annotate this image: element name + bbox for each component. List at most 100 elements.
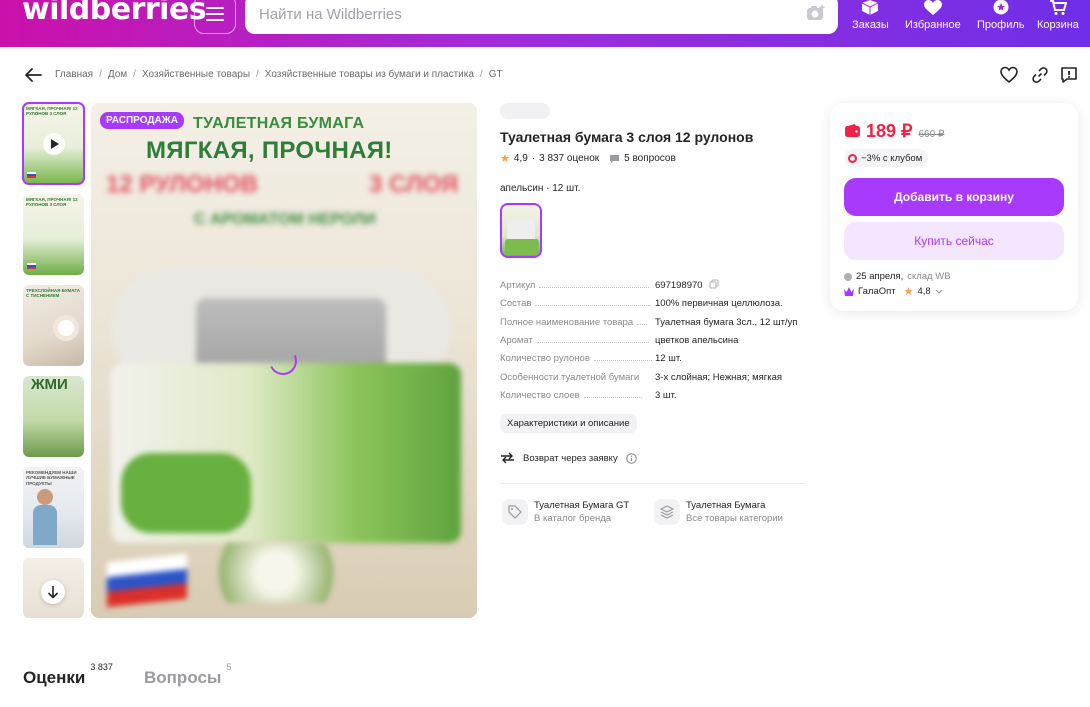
club-discount-label: −3% с клубом — [861, 152, 923, 164]
arrow-down-icon — [47, 586, 59, 599]
nav-favorites[interactable]: Избранное — [905, 0, 961, 31]
thumbnail-roll-image — [53, 315, 79, 341]
seller-name: ГалаОпт — [858, 286, 896, 297]
questions-link[interactable]: 5 вопросов — [624, 153, 676, 164]
variant-option-selected[interactable] — [500, 203, 542, 258]
nav-favorites-label: Избранное — [905, 19, 961, 31]
info-icon[interactable] — [625, 452, 637, 464]
thumbnail-person-body — [33, 505, 57, 545]
scroll-down-button[interactable] — [41, 580, 65, 604]
spec-value: 12 шт. — [655, 353, 682, 364]
rating-separator: · — [531, 153, 536, 164]
club-discount-badge[interactable]: −3% с клубом — [844, 149, 929, 167]
menu-icon-line — [206, 13, 224, 15]
characteristics-button[interactable]: Характеристики и описание — [500, 414, 637, 433]
category-subtitle: Все товары категории — [686, 513, 783, 524]
thumbnail-caption: РЕКОМЕНДУЕМ НАШИ ЛУЧШИЕ БУМАЖНЫЕ ПРОДУКТ… — [26, 470, 77, 486]
thumbnail-caption: МЯГКАЯ, ПРОЧНАЯ! 12 РУЛОНОВ 3 СЛОЯ — [26, 106, 78, 117]
spec-value: 697198970 — [655, 279, 719, 291]
tab-questions[interactable]: Вопросы 5 — [144, 662, 231, 688]
variant-image-pack — [505, 239, 539, 255]
spec-dots — [535, 305, 652, 306]
box-icon — [862, 0, 879, 15]
delivery-info: 25 апреля, склад WB — [844, 271, 951, 282]
breadcrumb-separator: / — [99, 69, 102, 80]
category-title: Туалетная Бумага — [686, 500, 766, 511]
heart-icon — [923, 0, 942, 15]
breadcrumb-item[interactable]: Хозяйственные товары — [142, 69, 250, 80]
share-link-icon[interactable] — [1031, 66, 1049, 84]
product-main-image[interactable]: РАСПРОДАЖА ТУАЛЕТНАЯ БУМАГА МЯГКАЯ, ПРОЧ… — [91, 103, 477, 618]
breadcrumb-item[interactable]: GT — [489, 69, 503, 80]
nav-orders[interactable]: Заказы — [852, 0, 889, 31]
sale-badge: РАСПРОДАЖА — [100, 112, 184, 129]
gallery-thumbnail[interactable]: ТРЕХСЛОЙНАЯ БУМАГА С ТИСНЕНИЕМ — [23, 285, 84, 366]
breadcrumb-item[interactable]: Хозяйственные товары из бумаги и пластик… — [265, 69, 474, 80]
delivery-date: 25 апреля, — [856, 271, 904, 282]
spec-key: Полное наименование товара — [500, 317, 634, 328]
spec-value: 100% первичная целлюлоза. — [655, 298, 783, 309]
image-subline: 3 СЛОЯ — [369, 171, 459, 198]
gallery-thumbnail[interactable] — [23, 558, 84, 618]
thumbnail-person-image — [37, 489, 53, 505]
tab-reviews[interactable]: Оценки 3 837 — [23, 662, 113, 688]
article-number[interactable]: 697198970 — [655, 280, 703, 291]
brand-title: Туалетная Бумага GT — [534, 500, 630, 511]
brand-placeholder — [500, 103, 550, 119]
breadcrumb-item[interactable]: Дом — [108, 69, 127, 80]
russian-flag-icon — [27, 263, 36, 269]
wildberries-logo[interactable]: wildberries — [22, 0, 207, 27]
star-icon: ★ — [903, 286, 914, 298]
image-headline: ТУАЛЕТНАЯ БУМАГА — [193, 115, 365, 132]
gallery-thumbnail[interactable]: ЖМИ — [23, 376, 84, 457]
tab-reviews-count: 3 837 — [90, 662, 113, 673]
nav-orders-label: Заказы — [852, 19, 889, 31]
seller-info[interactable]: ГалаОпт ★ 4,8 — [844, 285, 943, 298]
gallery-thumbnail[interactable]: МЯГКАЯ, ПРОЧНАЯ! 12 РУЛОНОВ 3 СЛОЯ — [23, 194, 84, 275]
spec-key: Количество слоев — [500, 390, 580, 401]
back-arrow-icon[interactable] — [24, 67, 42, 83]
favorite-heart-icon[interactable] — [1000, 66, 1018, 84]
spec-dots — [593, 360, 652, 361]
camera-search-icon[interactable] — [806, 5, 826, 21]
reviews-link[interactable]: 3 837 оценок — [539, 153, 599, 164]
brand-catalog-link[interactable]: Туалетная Бумага GT В каталог бренда — [502, 499, 629, 525]
chevron-down-icon — [935, 289, 943, 294]
brand-subtitle: В каталог бренда — [534, 513, 612, 524]
spec-row-composition: Состав 100% первичная целлюлоза. — [500, 298, 805, 309]
returns-label: Возврат через заявку — [523, 452, 618, 464]
search-input[interactable] — [259, 6, 779, 23]
spec-dots — [539, 287, 650, 288]
buy-now-button[interactable]: Купить сейчас — [844, 222, 1064, 260]
spec-key: Артикул — [500, 280, 536, 291]
top-header: wildberries Заказы Избранное Профиль Кор… — [0, 0, 1090, 47]
spec-key: Аромат — [500, 335, 533, 346]
flowers-decoration — [201, 543, 351, 603]
breadcrumb-item[interactable]: Главная — [55, 69, 93, 80]
rating-value: 4,9 — [513, 153, 528, 164]
spec-value: 3-х слойная; Нежная; мягкая — [655, 372, 783, 383]
tab-questions-count: 5 — [226, 662, 232, 673]
old-price: 660 ₽ — [918, 129, 945, 140]
flag-decoration — [107, 553, 187, 608]
nav-cart[interactable]: Корзина — [1037, 0, 1079, 31]
russian-flag-icon — [27, 172, 36, 178]
breadcrumb: Главная / Дом / Хозяйственные товары / Хозяйст… — [55, 69, 503, 80]
image-headline-large: МЯГКАЯ, ПРОЧНАЯ! — [146, 137, 393, 164]
thumbnail-caption: МЯГКАЯ, ПРОЧНАЯ! 12 РУЛОНОВ 3 СЛОЯ — [26, 197, 78, 208]
copy-icon[interactable] — [709, 279, 719, 289]
seller-rating: 4,8 — [917, 286, 931, 297]
gallery-thumbnail[interactable]: РЕКОМЕНДУЕМ НАШИ ЛУЧШИЕ БУМАЖНЫЕ ПРОДУКТ… — [23, 467, 84, 548]
image-subline: 12 РУЛОНОВ — [106, 171, 258, 198]
menu-button[interactable] — [194, 0, 236, 34]
add-to-cart-button[interactable]: Добавить в корзину — [844, 178, 1064, 216]
image-subline: С АРОМАТОМ НЕРОЛИ — [194, 211, 376, 228]
nav-profile[interactable]: Профиль — [977, 0, 1025, 31]
gallery-thumbnail-video[interactable]: МЯГКАЯ, ПРОЧНАЯ! 12 РУЛОНОВ 3 СЛОЯ — [22, 102, 85, 185]
report-icon[interactable] — [1060, 66, 1078, 84]
return-arrows-icon — [501, 452, 514, 464]
section-divider — [500, 483, 805, 484]
category-link[interactable]: Туалетная Бумага Все товары категории — [654, 499, 783, 525]
spec-key: Количество рулонов — [500, 353, 590, 364]
layers-icon — [654, 499, 680, 525]
